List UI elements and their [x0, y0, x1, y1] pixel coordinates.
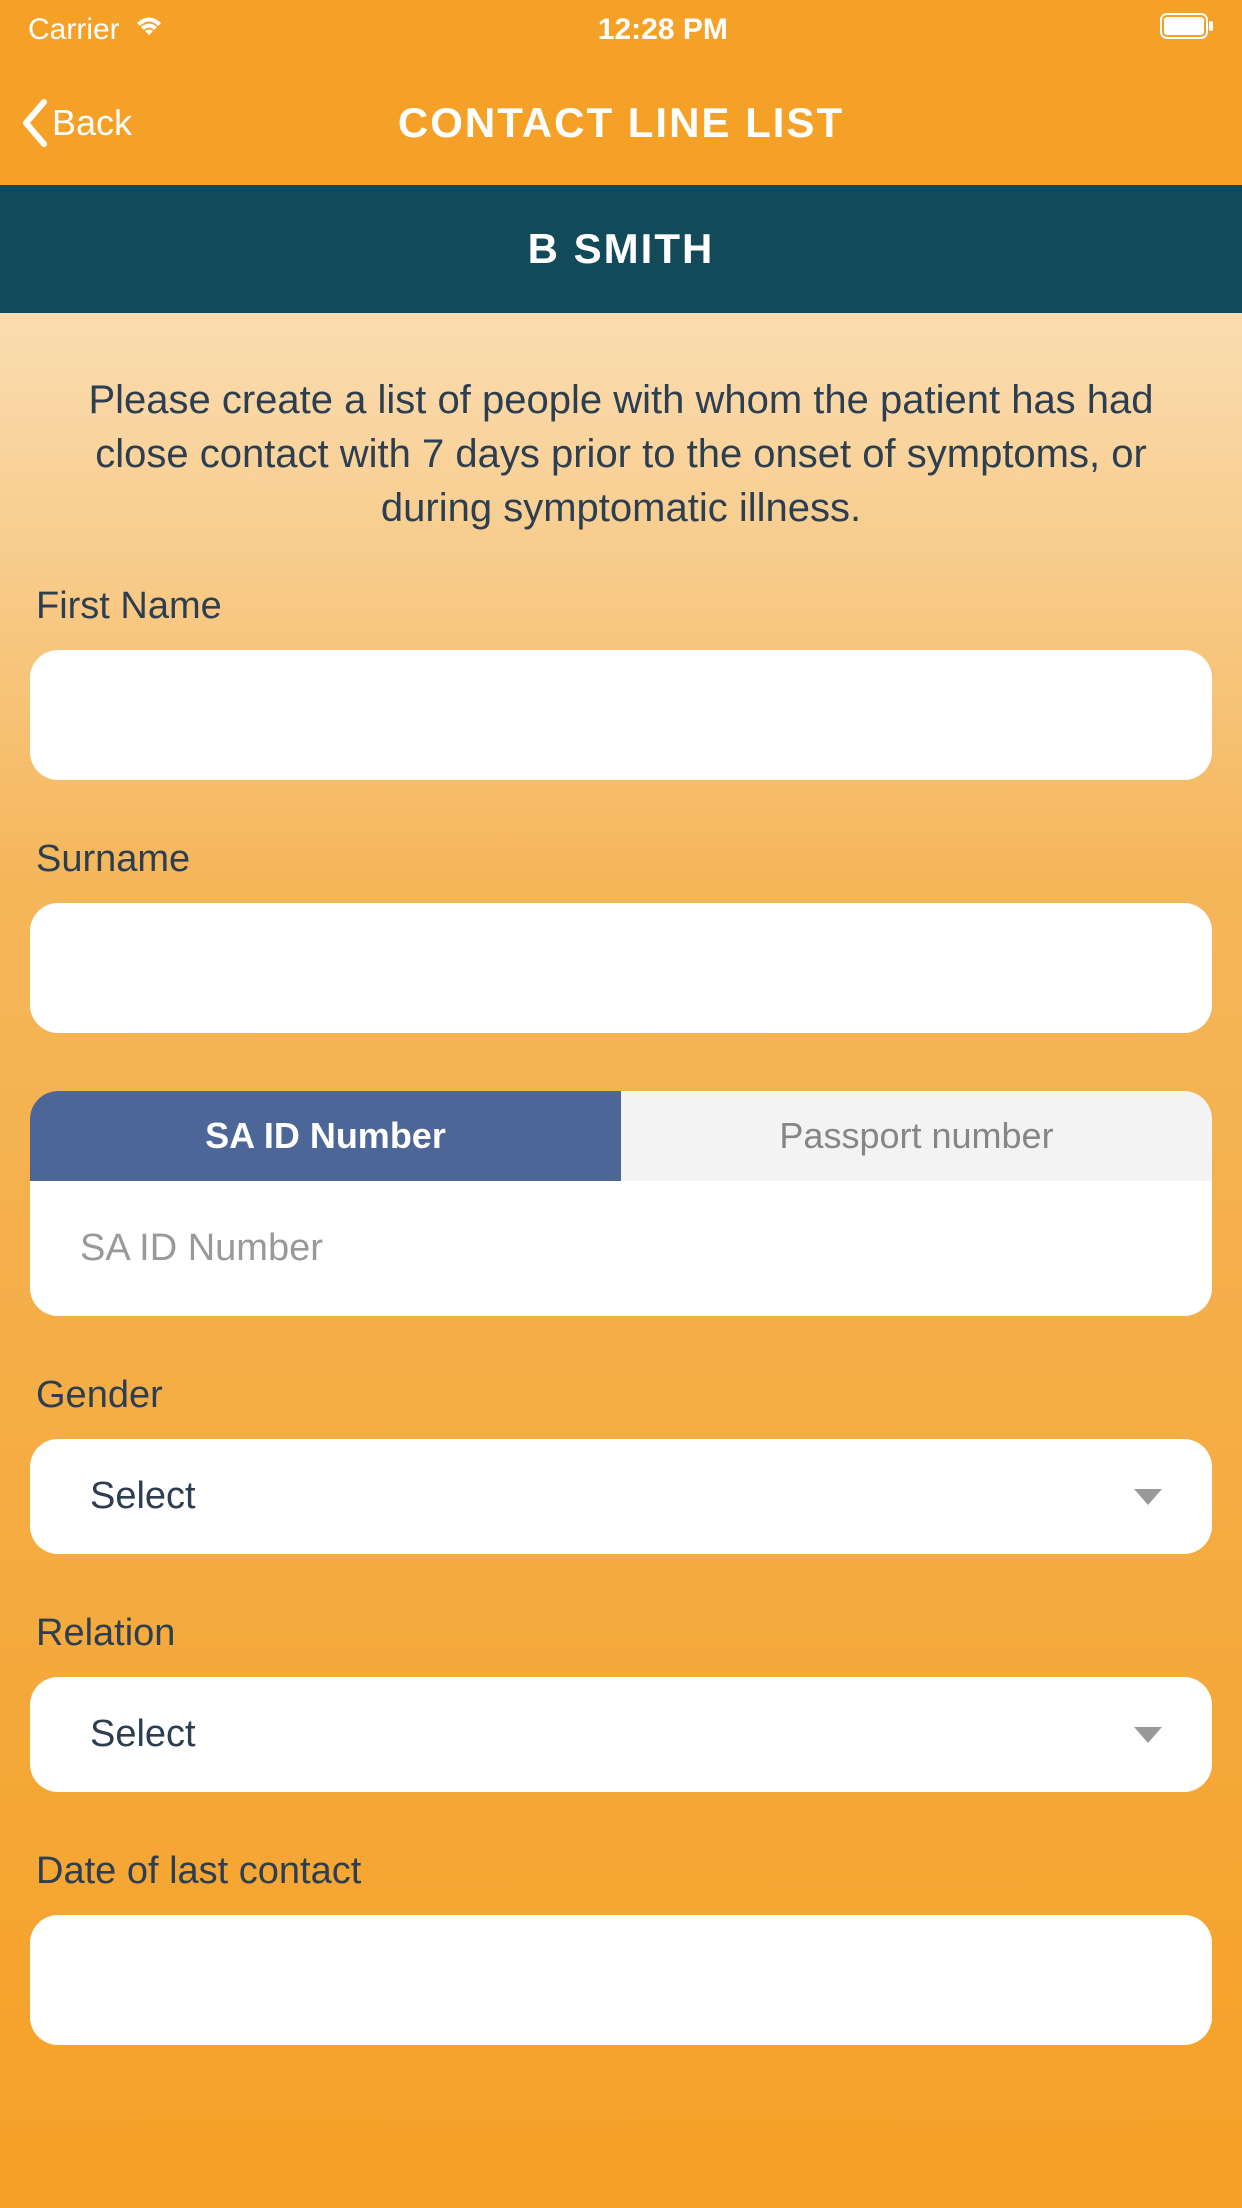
gender-selected-value: Select: [90, 1475, 196, 1518]
tab-passport[interactable]: Passport number: [621, 1091, 1212, 1181]
page-title: CONTACT LINE LIST: [20, 99, 1222, 147]
patient-name-bar: B SMITH: [0, 185, 1242, 313]
relation-label: Relation: [30, 1612, 1212, 1655]
chevron-down-icon: [1134, 1727, 1162, 1743]
carrier-label: Carrier: [28, 13, 120, 47]
status-bar: Carrier 12:28 PM: [0, 0, 1242, 60]
chevron-left-icon: [20, 99, 50, 147]
relation-selected-value: Select: [90, 1713, 196, 1756]
gender-label: Gender: [30, 1374, 1212, 1417]
status-time: 12:28 PM: [598, 13, 728, 47]
date-last-contact-input[interactable]: [30, 1915, 1212, 2045]
relation-select[interactable]: Select: [30, 1677, 1212, 1792]
patient-name: B SMITH: [528, 225, 715, 273]
form-container: First Name Surname SA ID Number Passport…: [0, 585, 1242, 2045]
relation-group: Relation Select: [30, 1612, 1212, 1792]
wifi-icon: [132, 13, 166, 47]
date-last-contact-label: Date of last contact: [30, 1850, 1212, 1893]
date-last-contact-group: Date of last contact: [30, 1850, 1212, 2045]
status-left: Carrier: [28, 13, 166, 47]
instructions-text: Please create a list of people with whom…: [0, 313, 1242, 585]
surname-group: Surname: [30, 838, 1212, 1033]
surname-input[interactable]: [30, 903, 1212, 1033]
sa-id-input[interactable]: [30, 1181, 1212, 1316]
nav-bar: Back CONTACT LINE LIST: [0, 60, 1242, 185]
first-name-group: First Name: [30, 585, 1212, 780]
chevron-down-icon: [1134, 1489, 1162, 1505]
back-button[interactable]: Back: [20, 99, 132, 147]
battery-icon: [1160, 13, 1214, 47]
first-name-input[interactable]: [30, 650, 1212, 780]
surname-label: Surname: [30, 838, 1212, 881]
gender-select[interactable]: Select: [30, 1439, 1212, 1554]
gender-group: Gender Select: [30, 1374, 1212, 1554]
tab-sa-id[interactable]: SA ID Number: [30, 1091, 621, 1181]
id-section: SA ID Number Passport number: [30, 1091, 1212, 1316]
id-tabs: SA ID Number Passport number: [30, 1091, 1212, 1181]
first-name-label: First Name: [30, 585, 1212, 628]
back-label: Back: [52, 102, 132, 144]
